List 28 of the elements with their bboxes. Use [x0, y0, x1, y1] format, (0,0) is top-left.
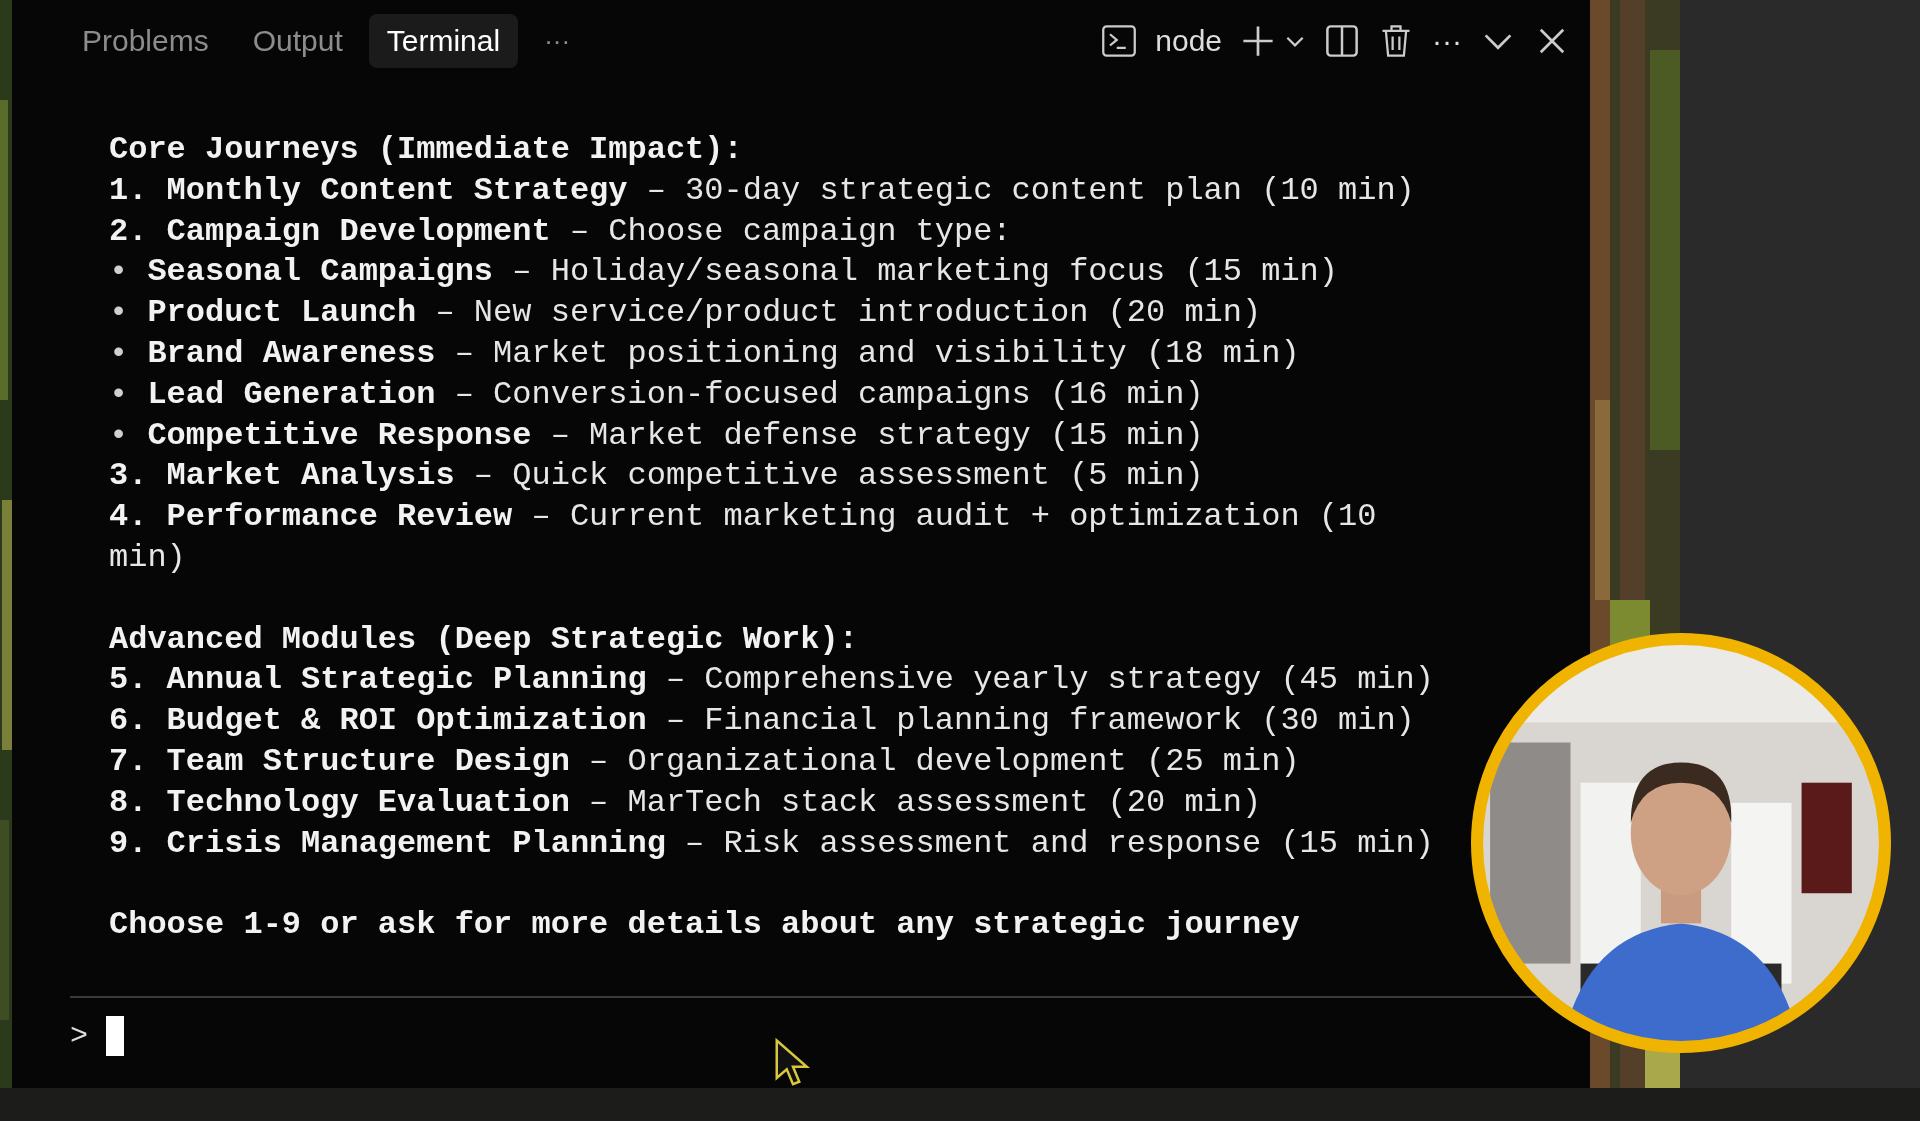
menu-option: 1. Monthly Content Strategy – 30-day strategic content plan (10 min)	[109, 170, 1454, 212]
menu-option: 9. Crisis Management Planning – Risk assessment and response (15 min)	[109, 823, 1454, 865]
more-tabs-button[interactable]: ···	[526, 15, 589, 67]
menu-option: • Brand Awareness – Market positioning and visibility (18 min)	[109, 334, 1454, 375]
terminal-icon[interactable]	[1101, 23, 1138, 59]
menu-option: 4. Performance Review – Current marketing audit + optimization (10 min)	[109, 497, 1454, 579]
menu-option: • Lead Generation – Conversion-focused campaigns (16 min)	[109, 374, 1454, 416]
section-heading: Advanced Modules (Deep Strategic Work):	[109, 619, 859, 660]
menu-option: • Competitive Response – Market defense strategy (15 min)	[109, 415, 1454, 457]
menu-option: • Seasonal Campaigns – Holiday/seasonal marketing focus (15 min)	[109, 252, 1454, 294]
more-button[interactable]: ···	[1432, 24, 1462, 58]
menu-option: • Product Launch – New service/product introduction (20 min)	[109, 293, 1454, 334]
menu-option: 6. Budget & ROI Optimization – Financial planning framework (30 min)	[109, 701, 1454, 742]
menu-option: 7. Team Structure Design – Organizational development (25 min)	[109, 741, 1454, 783]
panel-tab[interactable]: Terminal	[368, 14, 519, 68]
panel-tab[interactable]: Problems	[64, 14, 227, 68]
menu-option: 5. Annual Strategic Planning – Comprehensive yearly strategy (45 min)	[109, 660, 1454, 702]
text-cursor	[106, 1016, 124, 1056]
split-icon[interactable]	[1324, 23, 1360, 59]
panel-tab[interactable]: Output	[234, 14, 361, 68]
prompt-symbol: >	[70, 1019, 88, 1053]
section-heading: Core Journeys (Immediate Impact):	[109, 130, 744, 170]
menu-option: 3. Market Analysis – Quick competitive assessment (5 min)	[109, 456, 1454, 498]
menu-option: 2. Campaign Development – Choose campaign type:	[109, 211, 1454, 253]
prompt-message: Choose 1-9 or ask for more details about any strategic journey	[109, 905, 1301, 946]
shell-button[interactable]: node	[1155, 24, 1222, 58]
plus-icon[interactable]	[1240, 23, 1276, 59]
menu-option: 8. Technology Evaluation – MarTech stack assessment (20 min)	[109, 782, 1454, 824]
